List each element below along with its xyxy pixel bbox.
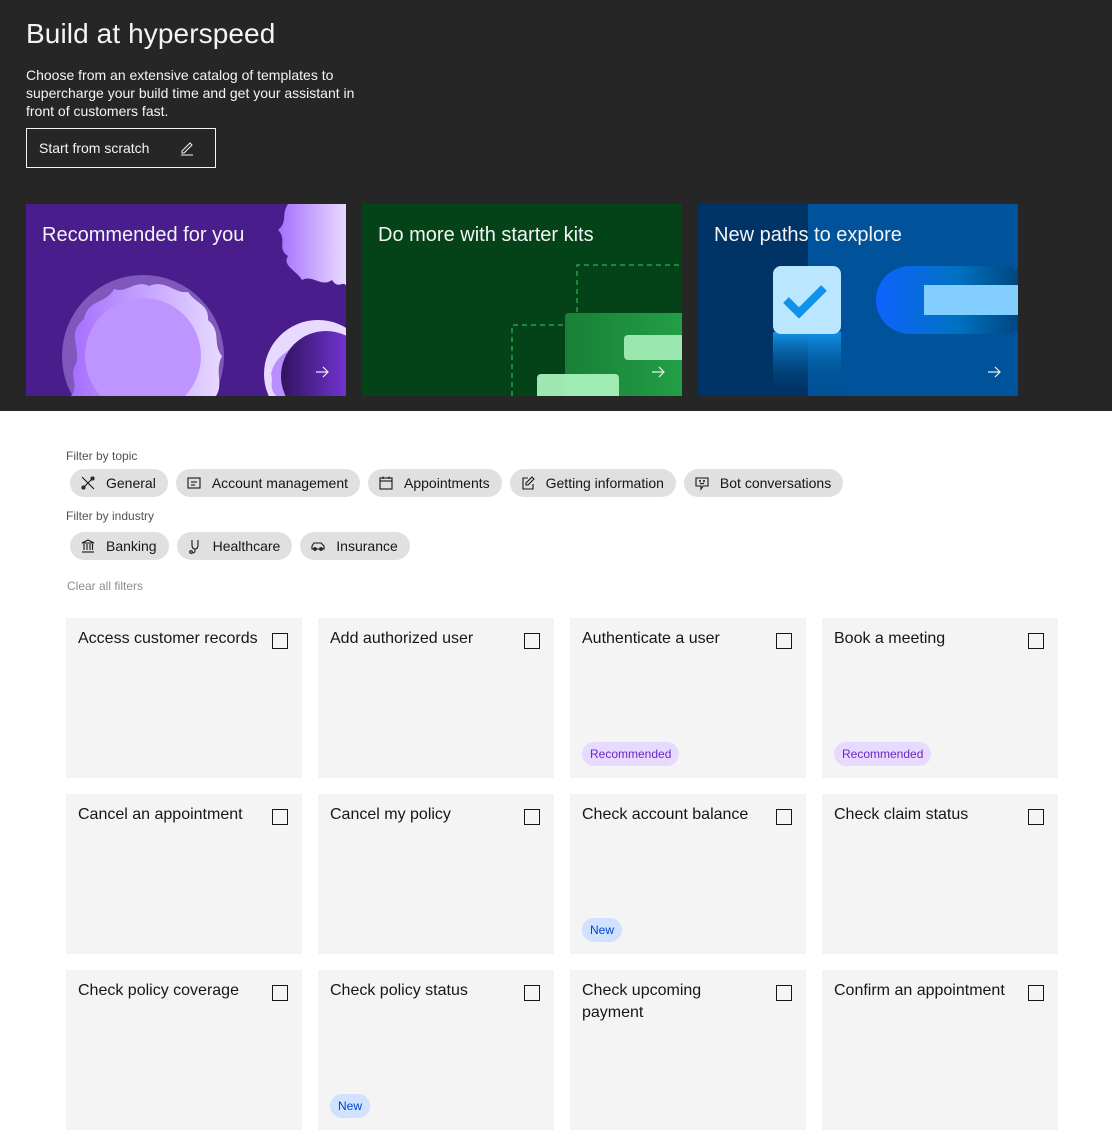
car-icon [311,542,325,551]
template-checkbox[interactable] [1028,809,1044,825]
template-card[interactable]: Check claim status [822,794,1058,954]
chip-label: Account management [211,475,349,491]
template-title: Check account balance [582,806,749,823]
template-card[interactable]: Check account balance New [570,794,806,954]
page-title: Build at hyperspeed [26,18,276,49]
template-checkbox[interactable] [776,809,792,825]
filters-panel: Filter by topic General Account manageme… [66,449,844,560]
template-checkbox[interactable] [524,985,540,1001]
template-title: Cancel my policy [330,806,451,823]
template-card[interactable]: Confirm an appointment [822,970,1058,1130]
tile-title: Do more with starter kits [378,224,594,246]
filter-chip-insurance[interactable]: Insurance [300,532,410,560]
tile-title: Recommended for you [42,224,245,246]
recommended-tag: Recommended [582,742,680,766]
template-title: Cancel an appointment [78,806,243,823]
filter-chip-banking[interactable]: Banking [70,532,169,560]
template-title: Check policy coverage [78,982,239,999]
template-title: Check policy status [330,982,468,999]
template-card[interactable]: Check policy coverage [66,970,302,1130]
tile-starter-kits[interactable]: Do more with starter kits [362,204,682,396]
template-checkbox[interactable] [776,985,792,1001]
tools-icon [81,476,95,490]
pencil-icon [181,142,193,156]
template-card[interactable]: Access customer records [66,618,302,778]
template-title: Book a meeting [834,630,946,647]
template-title: Confirm an appointment [834,982,1005,999]
stethoscope-icon [188,540,199,554]
chip-label: General [106,475,156,491]
chip-label: Banking [106,538,157,554]
start-from-scratch-button[interactable]: Start from scratch [26,128,216,168]
start-from-scratch-label: Start from scratch [39,140,150,156]
template-checkbox[interactable] [272,633,288,649]
filter-chip-bot-conversations[interactable]: Bot conversations [683,469,844,497]
filter-chip-general[interactable]: General [70,469,168,497]
recommended-tag: Recommended [834,742,932,766]
template-title: Check upcoming payment [582,982,702,1021]
template-card[interactable]: Authenticate a user Recommended [570,618,806,778]
template-checkbox[interactable] [1028,985,1044,1001]
template-checkbox[interactable] [776,633,792,649]
topic-filter-label: Filter by topic [66,449,138,463]
template-card[interactable]: Cancel my policy [318,794,554,954]
chip-label: Healthcare [212,538,281,554]
calendar-icon [379,476,393,490]
tile-new-paths[interactable]: New paths to explore [698,204,1018,396]
template-card[interactable]: Check upcoming payment [570,970,806,1130]
template-card[interactable]: Cancel an appointment [66,794,302,954]
hero-banner: Build at hyperspeed Choose from an exten… [0,0,1112,411]
arrow-right-icon [652,366,665,378]
account-card-icon [187,477,201,489]
template-title: Access customer records [78,630,258,647]
industry-filter-chips: Banking Healthcare Insurance [70,532,843,560]
tile-title: New paths to explore [714,224,902,246]
tile-recommended-for-you[interactable]: Recommended for you [26,204,346,396]
clear-all-filters-link[interactable]: Clear all filters [67,579,143,593]
chip-label: Insurance [336,538,398,554]
template-card[interactable]: Book a meeting Recommended [822,618,1058,778]
new-tag: New [330,1094,371,1118]
template-card[interactable]: Check policy status New [318,970,554,1130]
bank-icon [81,539,95,553]
arrow-right-icon [988,366,1001,378]
arrow-right-icon [316,366,329,378]
industry-filter-label: Filter by industry [66,509,155,523]
chip-label: Appointments [404,475,490,491]
topic-filter-chips: General Account management Appointments … [70,469,844,497]
template-title: Check claim status [834,806,969,823]
template-checkbox[interactable] [1028,633,1044,649]
template-checkbox[interactable] [272,985,288,1001]
template-title: Authenticate a user [582,630,720,647]
chat-bot-icon [695,477,709,491]
filter-chip-getting-information[interactable]: Getting information [509,469,676,497]
template-checkbox[interactable] [524,633,540,649]
new-tag: New [582,918,623,942]
template-checkbox[interactable] [272,809,288,825]
filter-chip-healthcare[interactable]: Healthcare [176,532,293,560]
chip-label: Bot conversations [719,475,832,491]
template-title: Add authorized user [330,630,474,647]
edit-icon [522,476,535,490]
filter-chip-account-management[interactable]: Account management [175,469,361,497]
template-checkbox[interactable] [524,809,540,825]
filter-chip-appointments[interactable]: Appointments [368,469,502,497]
template-grid: Access customer records Add authorized us… [66,618,1058,1130]
template-card[interactable]: Add authorized user [318,618,554,778]
hero-description: Choose from an extensive catalog of temp… [26,67,355,119]
chip-label: Getting information [545,475,664,491]
